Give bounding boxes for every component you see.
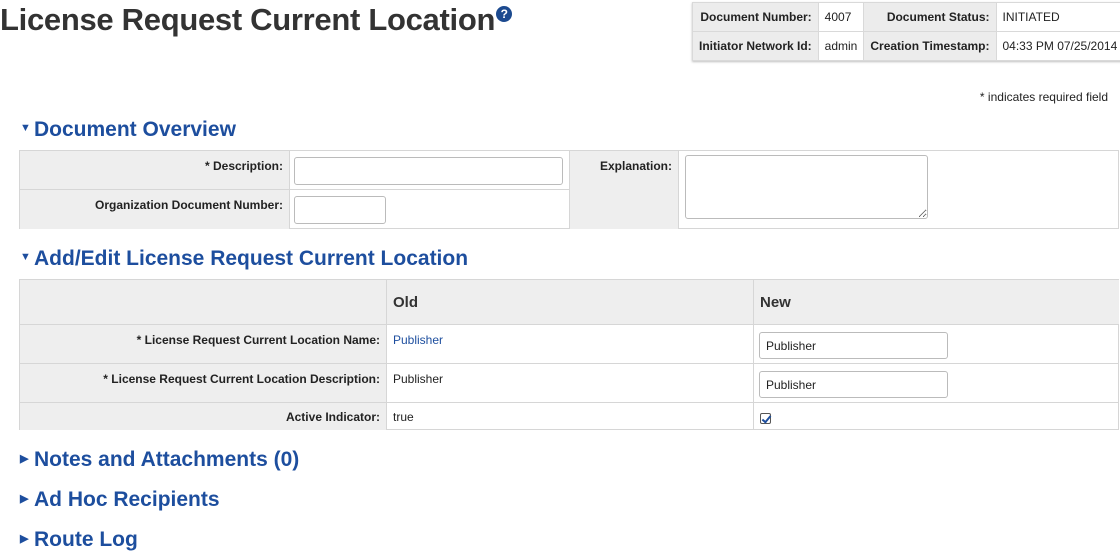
active-indicator-old-value: true [386,403,753,430]
section-title: Document Overview [34,118,236,141]
org-doc-number-input[interactable] [294,196,386,224]
column-header-new: New [753,280,1119,325]
page-title: License Request Current Location? [0,2,513,38]
section-document-overview[interactable]: ▼ Document Overview [20,118,236,142]
initiator-label: Initiator Network Id: [692,31,819,61]
caret-right-icon: ▶ [20,452,29,465]
column-header-old: Old [386,280,753,325]
location-name-label: * License Request Current Location Name: [20,325,386,364]
caret-down-icon: ▼ [20,251,31,264]
section-title: Ad Hoc Recipients [34,488,220,511]
section-route-log[interactable]: ▶ Route Log [20,528,138,552]
section-ad-hoc-recipients[interactable]: ▶ Ad Hoc Recipients [20,488,220,512]
add-edit-panel: Old New * License Request Current Locati… [19,279,1119,430]
description-input[interactable] [294,157,563,185]
location-name-old-link[interactable]: Publisher [393,333,443,347]
required-field-note: * indicates required field [979,90,1108,104]
location-description-label: * License Request Current Location Descr… [20,364,386,403]
explanation-label: Explanation: [569,151,679,229]
document-header-table: Document Number: 4007 Document Status: I… [692,2,1120,61]
section-add-edit-location[interactable]: ▼ Add/Edit License Request Current Locati… [20,247,468,271]
checkbox-checked-icon[interactable] [760,413,771,424]
caret-right-icon: ▶ [20,532,29,545]
caret-right-icon: ▶ [20,492,29,505]
doc-status-label: Document Status: [863,2,997,32]
initiator-value: admin [817,31,865,61]
location-name-old-cell: Publisher [386,325,753,364]
section-title: Notes and Attachments (0) [34,448,300,471]
section-title: Route Log [34,528,138,551]
description-label: * Description: [20,151,289,190]
active-indicator-new-cell [753,403,1119,430]
section-title: Add/Edit License Request Current Locatio… [34,247,469,270]
doc-number-label: Document Number: [692,2,819,32]
section-notes-attachments[interactable]: ▶ Notes and Attachments (0) [20,448,299,472]
active-indicator-label: Active Indicator: [20,403,386,430]
doc-number-value: 4007 [817,2,865,32]
location-description-input[interactable] [759,371,948,398]
creation-timestamp-label: Creation Timestamp: [863,31,997,61]
page-title-text: License Request Current Location [0,2,496,37]
doc-status-value: INITIATED [995,2,1120,32]
location-description-old-value: Publisher [386,364,753,403]
org-doc-number-label: Organization Document Number: [20,190,289,229]
document-overview-panel: * Description: Organization Document Num… [19,150,1119,229]
location-name-input[interactable] [759,332,948,359]
header-blank-cell [20,280,386,325]
explanation-textarea[interactable] [685,155,928,219]
help-icon[interactable]: ? [496,6,513,22]
caret-down-icon: ▼ [20,122,31,135]
creation-timestamp-value: 04:33 PM 07/25/2014 [995,31,1120,61]
